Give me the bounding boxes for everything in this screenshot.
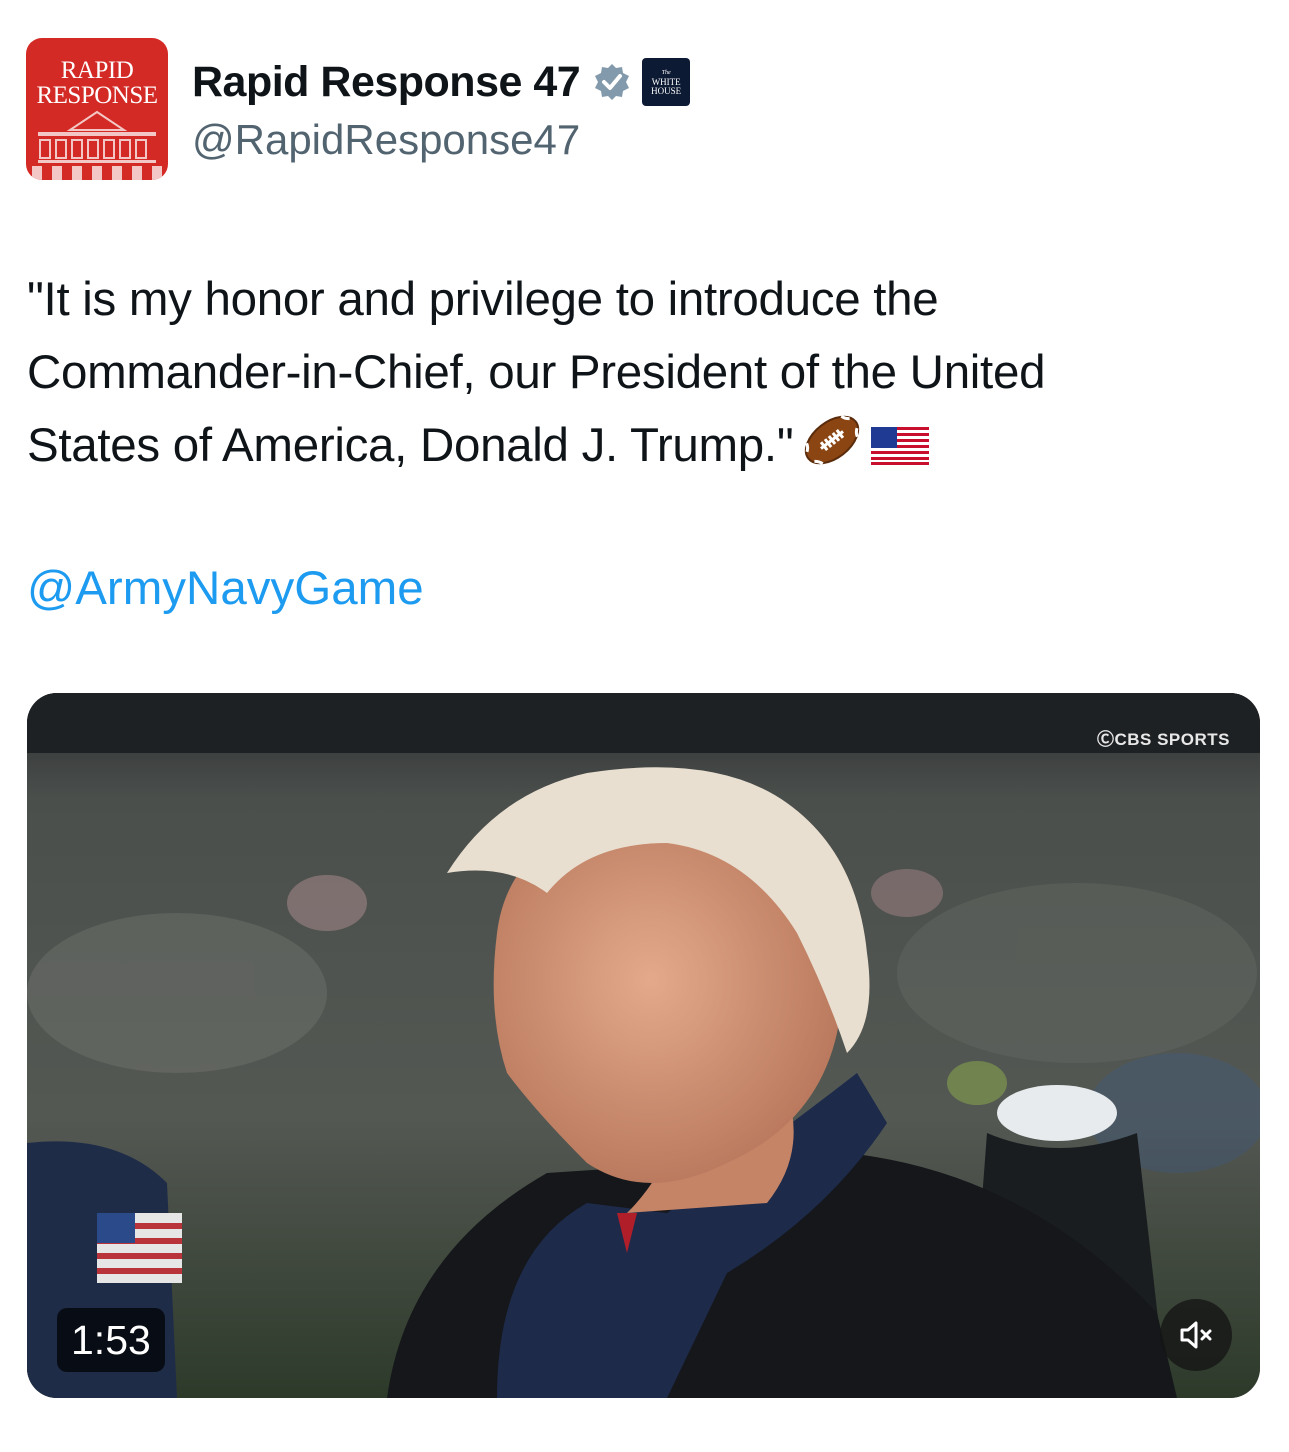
tweet-text: "It is my honor and privilege to introdu… <box>27 263 1267 490</box>
white-house-logo-icon <box>32 110 162 180</box>
football-icon <box>801 411 863 490</box>
display-name[interactable]: Rapid Response 47 <box>192 58 581 107</box>
broadcast-watermark: ⒸCBS SPORTS <box>1096 730 1230 749</box>
user-handle[interactable]: @RapidResponse47 <box>192 116 580 164</box>
tweet-header: RAPID RESPONSE Rapid Response 47 The WHI… <box>26 38 1266 183</box>
verified-badge-icon[interactable] <box>592 62 632 102</box>
mention-link[interactable]: @ArmyNavyGame <box>27 552 424 625</box>
affiliation-line-2: HOUSE <box>651 85 682 96</box>
us-flag-icon <box>871 417 931 490</box>
name-row: Rapid Response 47 The WHITE HOUSE <box>192 54 691 110</box>
mute-button[interactable] <box>1160 1299 1232 1371</box>
avatar[interactable]: RAPID RESPONSE <box>26 38 168 180</box>
volume-muted-icon <box>1180 1321 1212 1349</box>
video-duration: 1:53 <box>57 1308 165 1372</box>
video-frame <box>27 693 1260 1398</box>
affiliation-badge[interactable]: The WHITE HOUSE <box>642 58 691 106</box>
video-player[interactable]: ⒸCBS SPORTS 1:53 <box>27 693 1260 1398</box>
